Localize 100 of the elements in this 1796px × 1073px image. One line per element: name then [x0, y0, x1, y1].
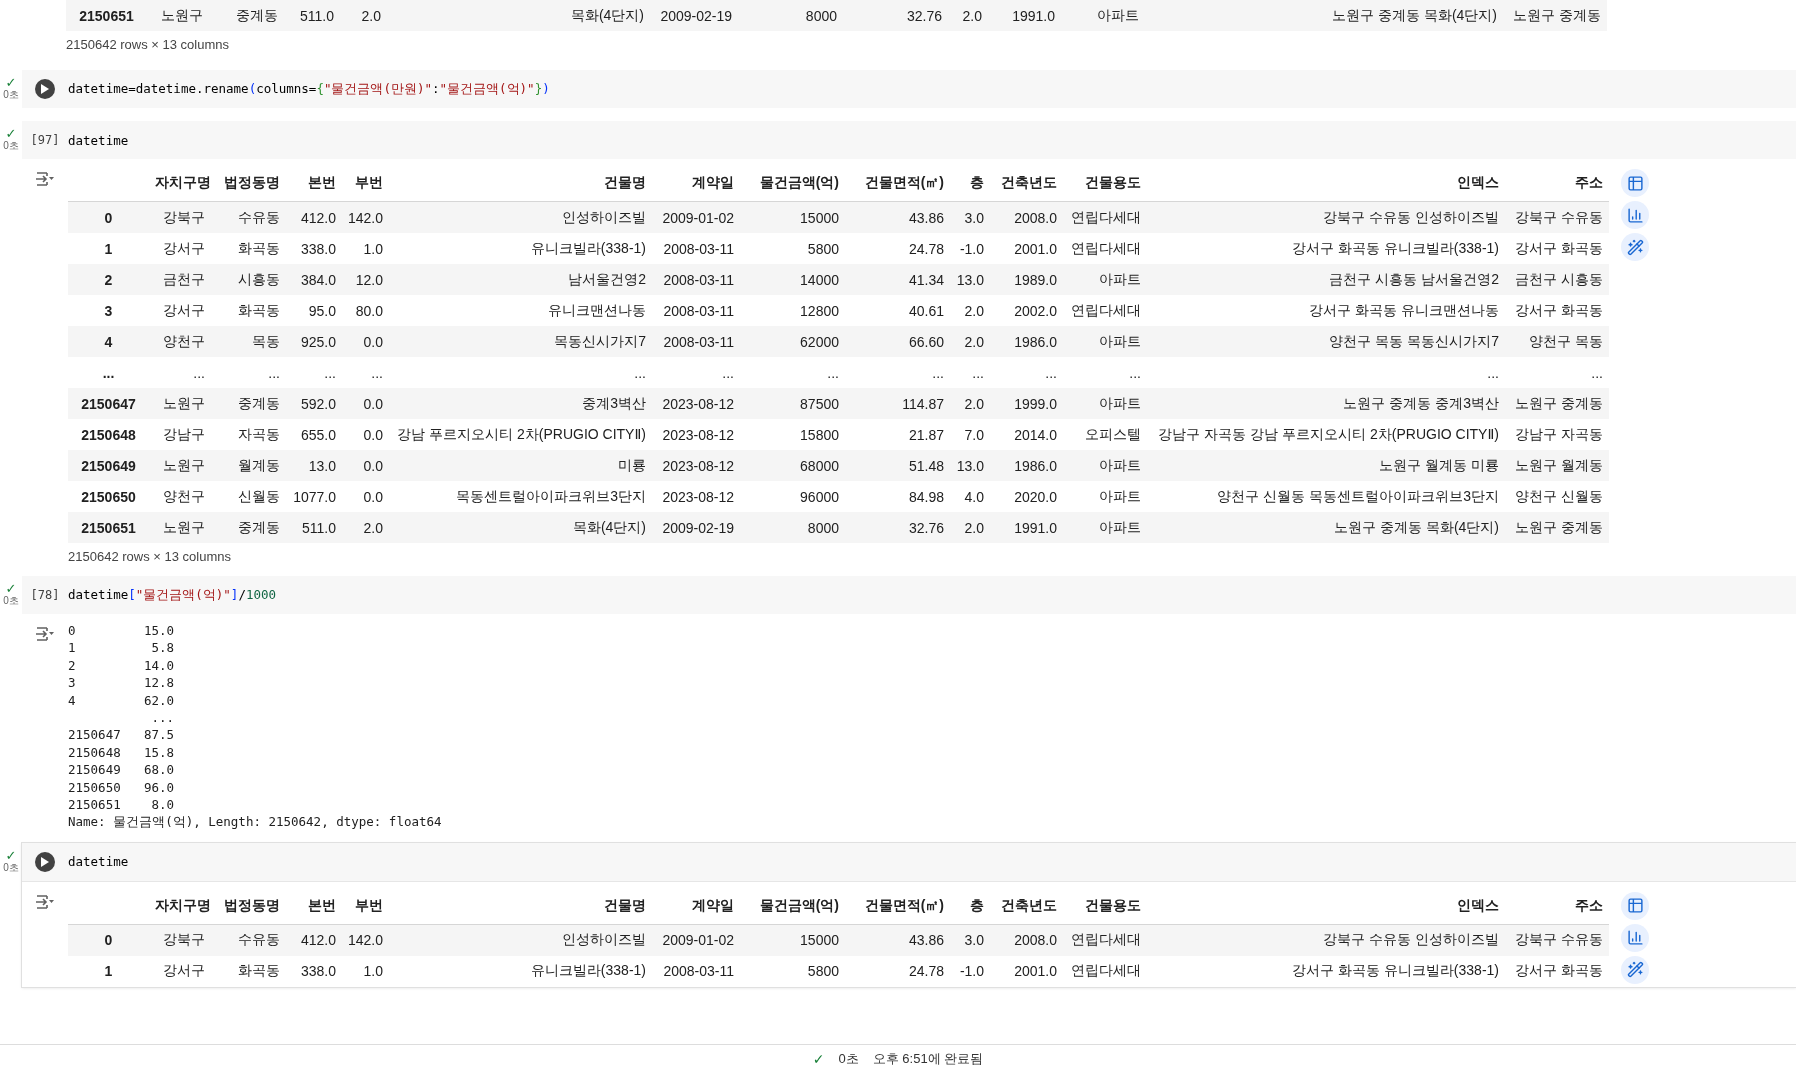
column-header: 주소: [1505, 887, 1609, 925]
table-cell: 연립다세대: [1063, 295, 1147, 326]
table-cell: 24.78: [845, 233, 950, 264]
table-cell: 1.0: [342, 955, 389, 987]
run-duration: 0초: [3, 89, 19, 101]
table-cell: 5800: [740, 955, 845, 987]
output-toggle-icon[interactable]: [34, 626, 56, 642]
table-cell: 21.87: [845, 419, 950, 450]
bar-chart-icon: [1626, 929, 1644, 947]
chart-button[interactable]: [1621, 201, 1649, 229]
table-cell: 412.0: [286, 201, 342, 233]
table-cell: 강서구: [149, 955, 211, 987]
success-check: ✓: [5, 128, 17, 140]
table-cell: 아파트: [1063, 388, 1147, 419]
table-cell: 노원구: [149, 388, 211, 419]
run-button[interactable]: [35, 851, 55, 872]
magic-edit-button[interactable]: [1621, 955, 1649, 984]
magic-edit-button[interactable]: [1621, 233, 1649, 261]
table-cell: 0.0: [342, 481, 389, 512]
table-cell: 1986.0: [990, 450, 1063, 481]
table-cell: 0.0: [342, 450, 389, 481]
table-cell: 2008.0: [990, 924, 1063, 956]
table-cell: 2023-08-12: [652, 388, 740, 419]
row-index: 2150648: [68, 419, 149, 450]
run-duration: 0초: [3, 140, 19, 152]
table-cell: 신월동: [211, 481, 286, 512]
table-cell: 강북구 수유동: [1505, 201, 1609, 233]
table-cell: 노원구 중계동: [1505, 512, 1609, 543]
code-line[interactable]: datetime: [68, 854, 129, 870]
table-cell: 강북구 수유동 인성하이즈빌: [1147, 924, 1505, 956]
table-cell: 338.0: [286, 955, 342, 987]
column-header: 본번: [286, 165, 342, 202]
output-toggle-icon[interactable]: [34, 893, 56, 910]
table-cell: 66.60: [845, 326, 950, 357]
table-cell: 강북구 수유동: [1505, 924, 1609, 956]
play-icon: [41, 856, 49, 867]
row-index: 0: [68, 924, 149, 956]
table-cell: 양천구 신월동: [1505, 481, 1609, 512]
table-cell: 강서구 화곡동: [1505, 295, 1609, 326]
series-value: 8.0: [150, 796, 174, 814]
table-cell: 강서구 화곡동 유니크빌라(338-1): [1147, 233, 1505, 264]
code-line[interactable]: datetime: [68, 132, 129, 148]
table-cell: 3.0: [950, 924, 990, 956]
table-cell: 655.0: [286, 419, 342, 450]
table-cell: 인성하이즈빌: [389, 201, 652, 233]
table-cell: 32.76: [845, 512, 950, 543]
series-index: 2150648: [68, 743, 122, 762]
table-cell: 목동신시가지7: [389, 326, 652, 357]
code-line[interactable]: datetime=datetime.rename(columns={"물건금액(만원)":"물건금액(억)"}): [68, 80, 550, 98]
table-cell: 유니크빌라(338-1): [389, 233, 652, 264]
table-cell: 연립다세대: [1063, 955, 1147, 987]
table-cell: 금천구: [149, 264, 211, 295]
table-cell: 114.87: [845, 388, 950, 419]
table-view-button[interactable]: [1621, 891, 1649, 920]
run-duration: 0초: [3, 595, 19, 607]
column-header: 자치구명: [149, 165, 211, 202]
table-view-button[interactable]: [1621, 169, 1649, 197]
table-cell: -1.0: [950, 233, 990, 264]
table-cell: 강남구 자곡동 강남 푸르지오시티 2차(PRUGIO CITYⅡ): [1147, 419, 1505, 450]
column-header: 법정동명: [211, 165, 286, 202]
table-cell: 노원구: [149, 450, 211, 481]
series-index: 4: [68, 691, 77, 710]
execution-count: [97]: [30, 133, 60, 147]
table-cell: 95.0: [286, 295, 342, 326]
table-cell: ...: [342, 357, 389, 388]
table-cell: 40.61: [845, 295, 950, 326]
table-cell: 2008-03-11: [652, 264, 740, 295]
table-cell: 중계3벽산: [389, 388, 652, 419]
row-index: 2150651: [68, 512, 149, 543]
table-cell: ...: [740, 357, 845, 388]
table-cell: 목동센트럴아이파크위브3단지: [389, 481, 652, 512]
table-cell: ...: [1063, 357, 1147, 388]
table-cell: 592.0: [286, 388, 342, 419]
table-summary: 2150642 rows × 13 columns: [68, 548, 232, 564]
table-cell: 양천구 목동 목동신시가지7: [1147, 326, 1505, 357]
series-ellipsis: ...: [150, 709, 174, 727]
row-index: 3: [68, 295, 149, 326]
table-cell: 2009-02-19: [650, 0, 738, 31]
table-cell: 384.0: [286, 264, 342, 295]
series-value: 15.0: [142, 622, 174, 640]
run-button[interactable]: [35, 79, 55, 99]
table-cell: 아파트: [1063, 512, 1147, 543]
table-cell: 연립다세대: [1063, 201, 1147, 233]
table-cell: 중계동: [209, 0, 284, 31]
table-cell: 목동: [211, 326, 286, 357]
column-header: 법정동명: [211, 887, 286, 925]
row-index: 2150650: [68, 481, 149, 512]
code-line[interactable]: datetime["물건금액(억)"]/1000: [68, 586, 277, 604]
column-header: 주소: [1505, 165, 1609, 202]
output-toggle-icon[interactable]: [34, 171, 56, 187]
table-icon: [1626, 174, 1644, 192]
table-cell: 목화(4단지): [387, 0, 650, 31]
table-cell: 노원구: [149, 512, 211, 543]
table-cell: ...: [389, 357, 652, 388]
table-cell: 노원구 중계동: [1503, 0, 1607, 31]
table-cell: 2014.0: [990, 419, 1063, 450]
table-cell: 아파트: [1061, 0, 1145, 31]
column-header: 건물면적(㎡): [845, 887, 950, 925]
table-cell: 강북구: [149, 924, 211, 956]
chart-button[interactable]: [1621, 923, 1649, 952]
